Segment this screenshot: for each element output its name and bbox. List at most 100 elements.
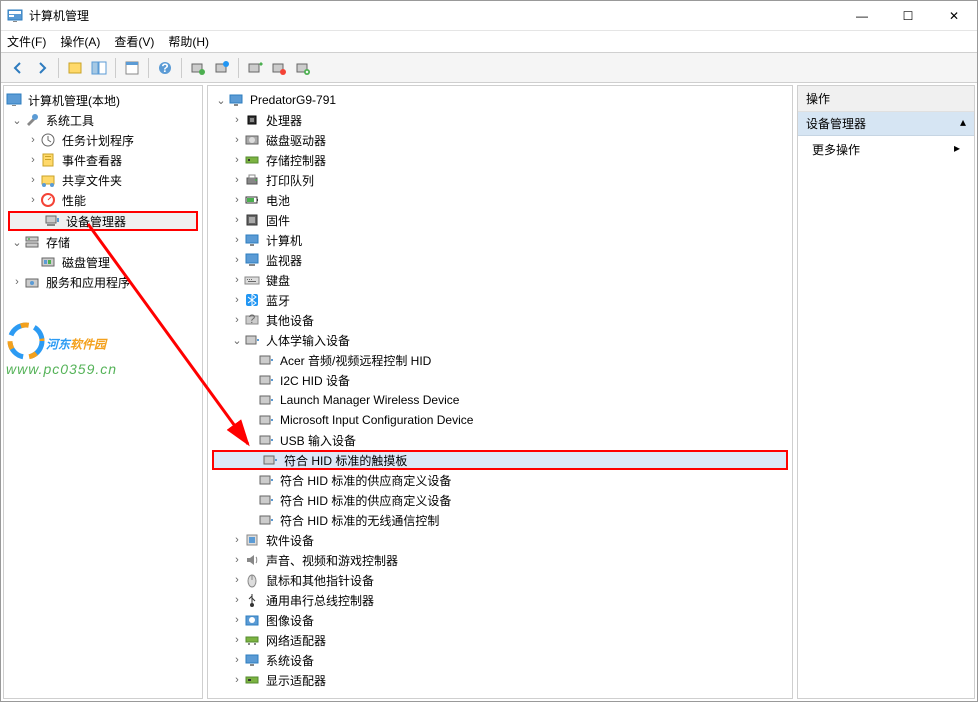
device-processor[interactable]: 处理器: [264, 111, 304, 130]
collapse-icon[interactable]: ⌄: [10, 236, 24, 249]
hid-wireless[interactable]: 符合 HID 标准的无线通信控制: [278, 511, 441, 530]
menu-view[interactable]: 查看(V): [114, 33, 154, 50]
device-battery[interactable]: 电池: [264, 191, 292, 210]
expand-icon[interactable]: ›: [230, 534, 244, 546]
tree-disk-mgmt[interactable]: 磁盘管理: [60, 253, 112, 272]
expand-icon[interactable]: ›: [10, 276, 24, 288]
device-computer[interactable]: 计算机: [264, 231, 304, 250]
device-sound[interactable]: 声音、视频和游戏控制器: [264, 551, 400, 570]
expand-icon[interactable]: ›: [26, 134, 40, 146]
expand-icon[interactable]: ›: [26, 154, 40, 166]
expand-icon[interactable]: ›: [26, 174, 40, 186]
device-usb[interactable]: 通用串行总线控制器: [264, 591, 376, 610]
device-root[interactable]: PredatorG9-791: [248, 92, 338, 108]
device-storage-ctrl[interactable]: 存储控制器: [264, 151, 328, 170]
task-icon: [40, 132, 56, 148]
minimize-button[interactable]: —: [839, 1, 885, 31]
collapse-icon[interactable]: ⌄: [10, 114, 24, 127]
tree-shared-folders[interactable]: 共享文件夹: [60, 171, 124, 190]
hid-acer[interactable]: Acer 音频/视频远程控制 HID: [278, 351, 433, 370]
tree-services[interactable]: 服务和应用程序: [44, 273, 132, 292]
menu-action[interactable]: 操作(A): [60, 33, 100, 50]
device-software[interactable]: 软件设备: [264, 531, 316, 550]
device-print-queue[interactable]: 打印队列: [264, 171, 316, 190]
device-keyboard[interactable]: 键盘: [264, 271, 292, 290]
uninstall-button[interactable]: [268, 57, 290, 79]
device-firmware[interactable]: 固件: [264, 211, 292, 230]
update-driver-button[interactable]: [244, 57, 266, 79]
maximize-button[interactable]: ☐: [885, 1, 931, 31]
properties-button[interactable]: [121, 57, 143, 79]
expand-icon[interactable]: ›: [230, 574, 244, 586]
device-disk-drives[interactable]: 磁盘驱动器: [264, 131, 328, 150]
svg-text:?: ?: [249, 312, 256, 326]
device-system[interactable]: 系统设备: [264, 651, 316, 670]
imaging-icon: [244, 612, 260, 628]
expand-icon[interactable]: ›: [230, 654, 244, 666]
hid-msinput[interactable]: Microsoft Input Configuration Device: [278, 412, 475, 428]
expand-icon[interactable]: ›: [230, 294, 244, 306]
actions-section[interactable]: 设备管理器 ▴: [798, 112, 974, 136]
collapse-icon[interactable]: ⌄: [214, 94, 228, 107]
toolbar-separator: [148, 58, 149, 78]
hid-launch[interactable]: Launch Manager Wireless Device: [278, 392, 461, 408]
hid-i2c[interactable]: I2C HID 设备: [278, 371, 352, 390]
expand-icon[interactable]: ›: [230, 134, 244, 146]
disable-button[interactable]: [292, 57, 314, 79]
scan-button[interactable]: [211, 57, 233, 79]
hid-touchpad[interactable]: 符合 HID 标准的触摸板: [282, 451, 409, 470]
forward-button[interactable]: [31, 57, 53, 79]
device-imaging[interactable]: 图像设备: [264, 611, 316, 630]
device-monitor[interactable]: 监视器: [264, 251, 304, 270]
expand-icon[interactable]: ›: [230, 634, 244, 646]
help-button[interactable]: ?: [154, 57, 176, 79]
hid-item-icon: [258, 412, 274, 428]
expand-icon[interactable]: ›: [230, 234, 244, 246]
expand-icon[interactable]: ›: [230, 554, 244, 566]
device-bluetooth[interactable]: 蓝牙: [264, 291, 292, 310]
expand-icon[interactable]: ›: [230, 674, 244, 686]
expand-icon[interactable]: ›: [230, 114, 244, 126]
expand-icon[interactable]: ›: [230, 214, 244, 226]
more-actions[interactable]: 更多操作 ▸: [798, 136, 974, 163]
device-display[interactable]: 显示适配器: [264, 671, 328, 690]
back-button[interactable]: [7, 57, 29, 79]
expand-icon[interactable]: ›: [230, 314, 244, 326]
expand-icon[interactable]: ›: [230, 614, 244, 626]
expand-icon[interactable]: ›: [26, 194, 40, 206]
hid-vendor1[interactable]: 符合 HID 标准的供应商定义设备: [278, 471, 453, 490]
expand-icon[interactable]: ›: [230, 174, 244, 186]
device-mouse[interactable]: 鼠标和其他指针设备: [264, 571, 376, 590]
tree-performance[interactable]: 性能: [60, 191, 88, 210]
tree-device-manager[interactable]: 设备管理器: [64, 212, 128, 231]
scan-hardware-button[interactable]: [187, 57, 209, 79]
expand-icon[interactable]: ›: [230, 274, 244, 286]
hid-vendor2[interactable]: 符合 HID 标准的供应商定义设备: [278, 491, 453, 510]
expand-icon[interactable]: ›: [230, 254, 244, 266]
hid-icon: [244, 332, 260, 348]
hid-usb-input[interactable]: USB 输入设备: [278, 431, 358, 450]
tree-system-tools[interactable]: 系统工具: [44, 111, 96, 130]
more-actions-label: 更多操作: [812, 141, 860, 158]
tree-event-viewer[interactable]: 事件查看器: [60, 151, 124, 170]
up-button[interactable]: [64, 57, 86, 79]
show-hide-tree-button[interactable]: [88, 57, 110, 79]
expand-icon[interactable]: ›: [230, 154, 244, 166]
expand-icon[interactable]: ›: [230, 194, 244, 206]
expand-icon[interactable]: ›: [230, 594, 244, 606]
performance-icon: [40, 192, 56, 208]
svg-text:?: ?: [161, 61, 168, 75]
tree-task-scheduler[interactable]: 任务计划程序: [60, 131, 136, 150]
device-hid[interactable]: 人体学输入设备: [264, 331, 352, 350]
device-tree[interactable]: ⌄ PredatorG9-791 › 处理器 › 磁盘驱动器 › 存储控制器 › 打印队…: [208, 86, 792, 694]
toolbar-separator: [238, 58, 239, 78]
menu-file[interactable]: 文件(F): [7, 33, 46, 50]
console-tree[interactable]: 计算机管理(本地) ⌄ 系统工具 › 任务计划程序 › 事件查看器 › 共享文件…: [4, 86, 202, 296]
tree-root[interactable]: 计算机管理(本地): [26, 91, 122, 110]
menu-help[interactable]: 帮助(H): [168, 33, 209, 50]
device-other[interactable]: 其他设备: [264, 311, 316, 330]
collapse-icon[interactable]: ⌄: [230, 334, 244, 347]
tree-storage[interactable]: 存储: [44, 233, 72, 252]
device-network[interactable]: 网络适配器: [264, 631, 328, 650]
close-button[interactable]: ✕: [931, 1, 977, 31]
